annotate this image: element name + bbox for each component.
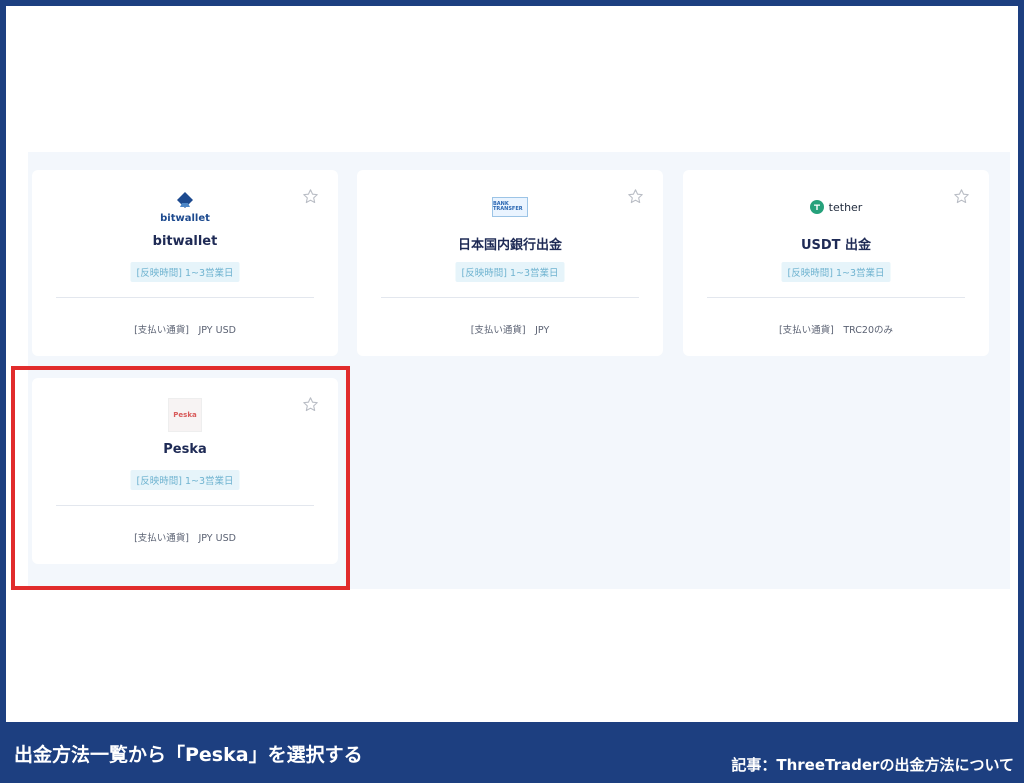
method-card-bitwallet[interactable]: bitwallet bitwallet [反映時間] 1~3営業日 [支払い通貨… xyxy=(32,170,338,356)
divider xyxy=(56,297,314,298)
method-title: bitwallet xyxy=(152,234,218,249)
divider xyxy=(381,297,639,298)
method-card-usdt[interactable]: tether USDT 出金 [反映時間] 1~3営業日 [支払い通貨] TRC… xyxy=(683,170,989,356)
processing-time-badge: [反映時間] 1~3営業日 xyxy=(455,262,565,282)
article-note: 記事：ThreeTraderの出金方法について xyxy=(731,756,1014,774)
peska-highlight-box xyxy=(11,366,350,590)
bitwallet-logo-icon: bitwallet xyxy=(32,190,338,224)
tether-logo-text: tether xyxy=(828,200,863,214)
method-card-bank[interactable]: BANK TRANSFER 日本国内銀行出金 [反映時間] 1~3営業日 [支払… xyxy=(357,170,663,356)
screenshot-frame xyxy=(6,6,1018,722)
bank-transfer-logo-icon: BANK TRANSFER xyxy=(357,190,663,224)
payment-currency: [支払い通貨] JPY USD xyxy=(134,325,236,336)
tether-logo-icon: tether xyxy=(683,190,989,224)
method-title: USDT 出金 xyxy=(800,238,872,253)
caption-text: 出金方法一覧から「Peska」を選択する xyxy=(14,744,363,766)
divider xyxy=(707,297,965,298)
method-title: 日本国内銀行出金 xyxy=(457,238,562,253)
payment-currency: [支払い通貨] TRC20のみ xyxy=(778,325,894,336)
processing-time-badge: [反映時間] 1~3営業日 xyxy=(130,262,240,282)
bank-transfer-logo-text: BANK TRANSFER xyxy=(492,197,528,217)
bitwallet-logo-text: bitwallet xyxy=(160,212,210,224)
payment-currency: [支払い通貨] JPY xyxy=(470,325,550,336)
processing-time-badge: [反映時間] 1~3営業日 xyxy=(781,262,891,282)
